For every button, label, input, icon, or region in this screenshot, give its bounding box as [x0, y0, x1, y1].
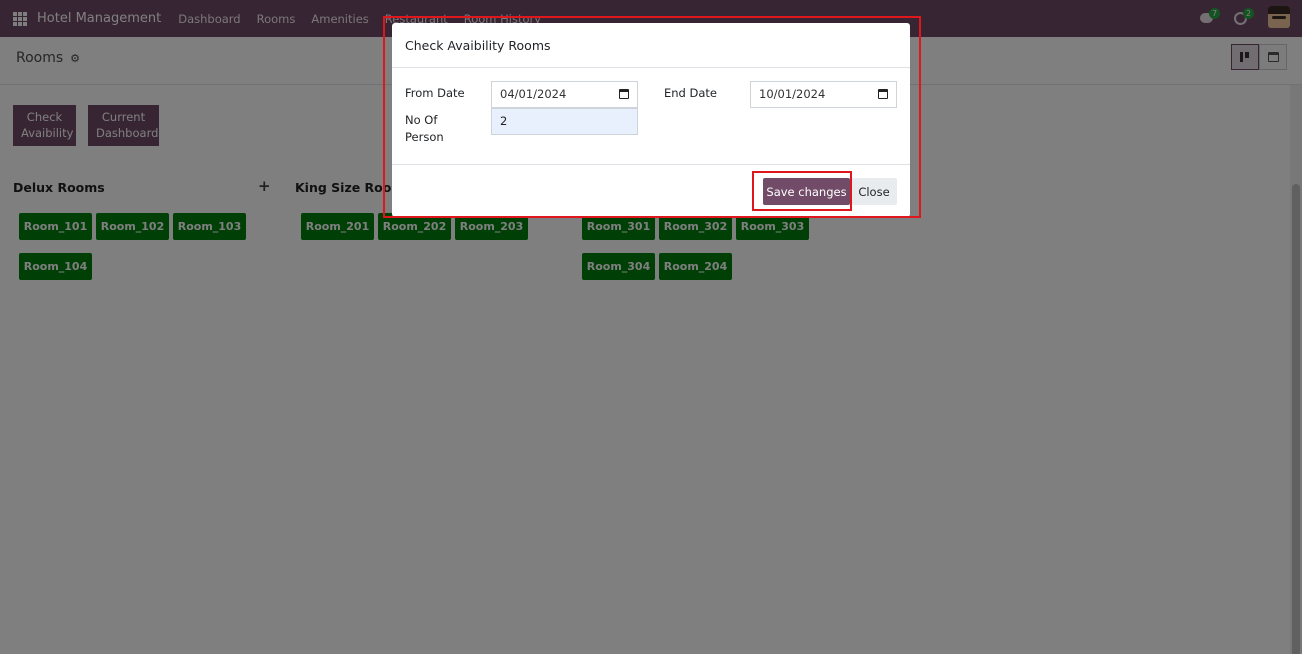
save-button-highlight-box — [752, 171, 852, 211]
